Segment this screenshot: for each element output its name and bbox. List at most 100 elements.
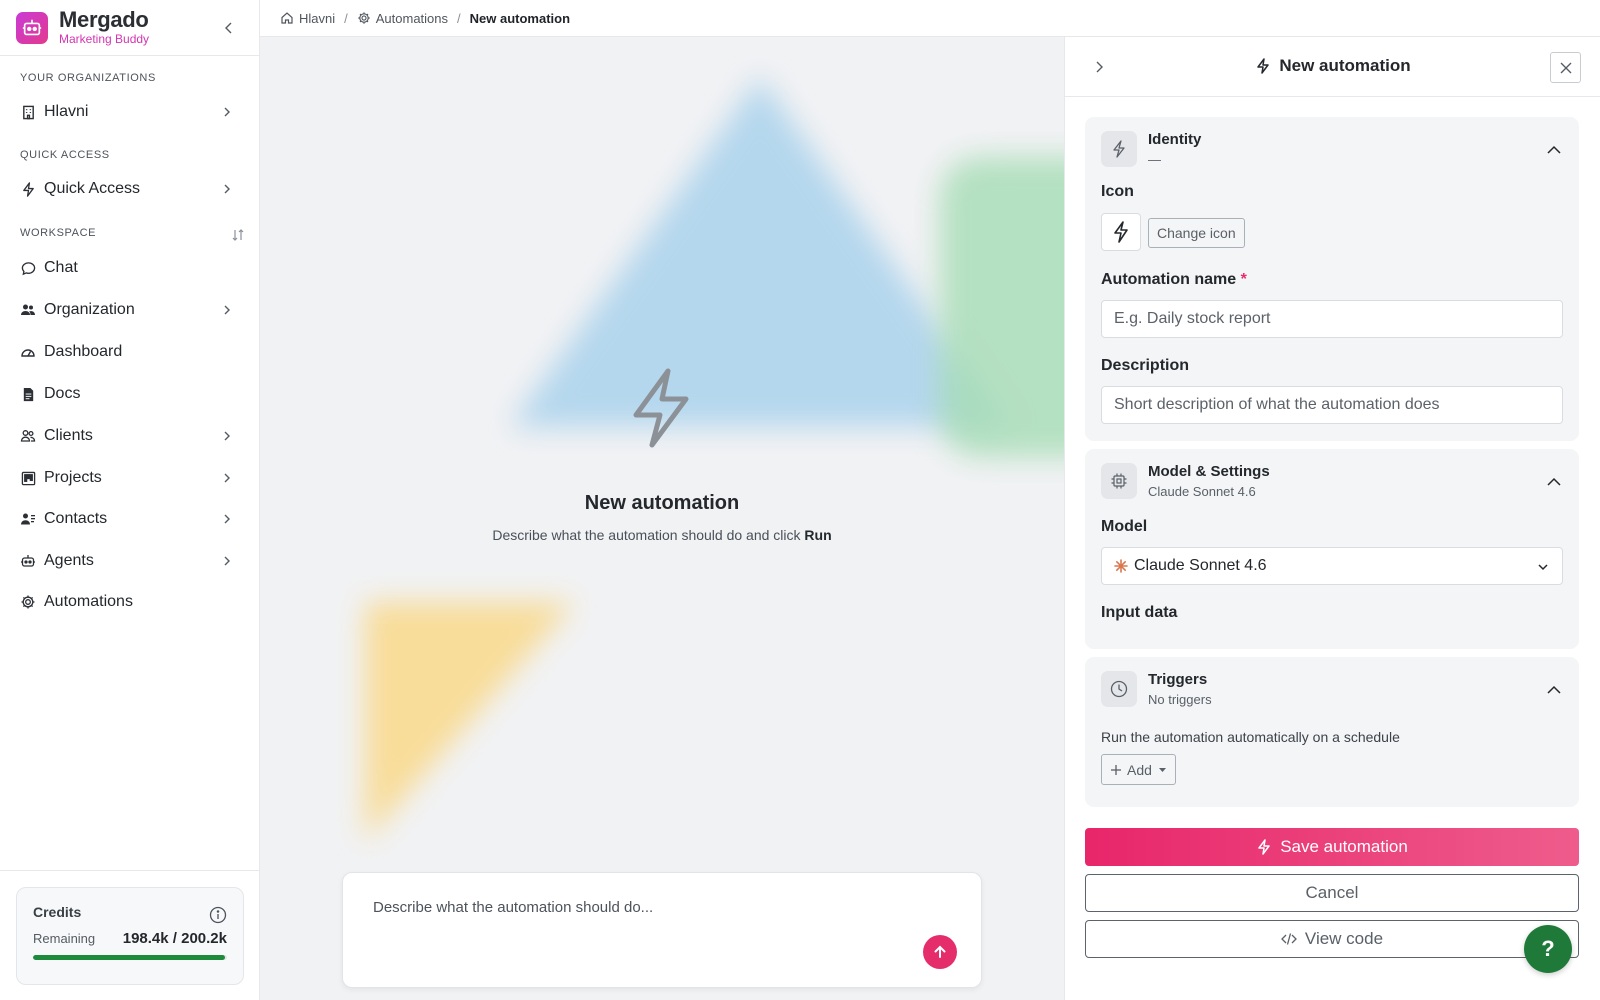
icon-label: Icon [1101,183,1134,200]
breadcrumb: Hlavni / Automations / New automation [260,0,1600,37]
sidebar-item-automations[interactable]: Automations [10,585,250,619]
gauge-icon [20,344,36,360]
robot-logo-icon [16,11,48,44]
save-automation-button[interactable]: Save automation [1085,828,1579,866]
description-label: Description [1101,357,1190,374]
clock-icon [1101,671,1137,707]
chevron-up-icon[interactable] [1545,141,1563,159]
send-button[interactable] [923,935,957,969]
bolt-icon [1257,58,1270,74]
caret-down-icon [1158,768,1166,772]
gear-icon [20,594,36,610]
chevron-right-icon [220,471,234,485]
decorative-green-shape [940,157,1064,457]
hero-subtitle-run: Run [804,527,832,543]
input-data-label: Input data [1101,604,1178,621]
breadcrumb-automations-label: Automations [375,10,449,26]
breadcrumb-current: New automation [469,10,571,26]
sidebar-item-clients[interactable]: Clients [10,419,250,453]
collapse-sidebar-icon[interactable] [221,20,237,36]
automation-name-label: Automation name * [1101,271,1247,289]
brand[interactable]: Mergado Marketing Buddy [0,0,259,56]
sidebar-item-label: Clients [44,427,93,444]
robot-icon [20,553,36,569]
view-code-button[interactable]: View code [1085,920,1579,958]
document-icon [20,386,36,402]
help-button[interactable]: ? [1524,925,1572,973]
chevron-up-icon[interactable] [1545,681,1563,699]
sidebar: Mergado Marketing Buddy YOUR ORGANIZATIO… [0,0,260,1000]
credits-card: Credits Remaining 198.4k / 200.2k [16,887,244,985]
change-icon-button[interactable]: Change icon [1148,218,1245,248]
cancel-button[interactable]: Cancel [1085,874,1579,912]
breadcrumb-home-label: Hlavni [299,10,336,26]
contacts-icon [20,511,36,527]
users-icon [20,302,36,318]
prompt-input[interactable] [373,899,933,916]
chevron-right-icon [220,554,234,568]
identity-card-header[interactable]: Identity — [1085,117,1579,181]
model-label: Model [1101,518,1148,535]
sidebar-item-contacts[interactable]: Contacts [10,502,250,536]
view-code-label: View code [1304,929,1384,948]
sidebar-item-label: Projects [44,469,102,486]
sidebar-item-label: Dashboard [44,343,123,360]
sidebar-item-projects[interactable]: Projects [10,461,250,495]
info-icon[interactable] [209,906,227,924]
automation-name-label-text: Automation name [1101,271,1237,288]
bolt-icon [1114,221,1128,243]
triggers-helper: Run the automation automatically on a sc… [1101,729,1400,745]
arrow-up-icon [934,945,946,958]
bolt-icon [1101,131,1137,167]
sidebar-item-chat[interactable]: Chat [10,251,250,285]
chevron-right-icon [220,512,234,526]
code-icon [1281,933,1297,945]
section-label-organizations: YOUR ORGANIZATIONS [20,72,156,84]
sidebar-item-quick-access[interactable]: Quick Access [10,172,250,206]
sidebar-item-docs[interactable]: Docs [10,377,250,411]
required-mark: * [1240,271,1247,288]
credits-progress-fill [33,955,226,960]
hero-title: New automation [584,492,740,514]
credits-remaining-label: Remaining [33,931,96,946]
sidebar-item-organization[interactable]: Organization [10,293,250,327]
brand-name: Mergado [59,7,149,32]
breadcrumb-automations[interactable]: Automations [357,11,448,26]
triggers-card-header[interactable]: Triggers No triggers [1085,657,1579,721]
model-settings-subtitle: Claude Sonnet 4.6 [1148,484,1256,499]
model-settings-card-header[interactable]: Model & Settings Claude Sonnet 4.6 [1085,449,1579,513]
bolt-icon [630,367,692,449]
model-select[interactable]: Claude Sonnet 4.6 [1101,547,1563,585]
sidebar-item-label: Docs [44,385,81,402]
sidebar-item-agents[interactable]: Agents [10,544,250,578]
panel-title: New automation [1065,56,1600,76]
credits-value: 198.4k / 200.2k [122,930,227,947]
breadcrumb-separator: / [344,10,348,26]
sidebar-item-label: Contacts [44,510,108,527]
sidebar-item-dashboard[interactable]: Dashboard [10,335,250,369]
credits-progress-bar [33,955,227,960]
clients-icon [20,428,36,444]
sidebar-item-label: Organization [44,301,135,318]
triggers-title: Triggers [1148,671,1208,688]
sort-icon[interactable] [231,228,245,242]
add-trigger-button[interactable]: Add [1101,754,1176,785]
bolt-icon [1258,839,1270,855]
decorative-yellow-shape [365,602,575,842]
kanban-icon [20,470,36,486]
cpu-icon [1101,463,1137,499]
sidebar-item-hlavni[interactable]: Hlavni [10,95,250,129]
description-input[interactable] [1101,386,1563,424]
icon-preview[interactable] [1101,213,1141,251]
bolt-icon [20,181,36,197]
close-button[interactable] [1550,52,1581,83]
panel-header: New automation [1065,37,1600,97]
sidebar-item-label: Hlavni [44,103,89,120]
claude-logo-icon [1114,559,1128,573]
building-icon [20,104,36,120]
breadcrumb-home[interactable]: Hlavni [280,11,335,26]
hero-subtitle-text: Describe what the automation should do a… [492,527,805,543]
chevron-up-icon[interactable] [1545,473,1563,491]
identity-subtitle: — [1148,152,1161,167]
automation-name-input[interactable] [1101,300,1563,338]
